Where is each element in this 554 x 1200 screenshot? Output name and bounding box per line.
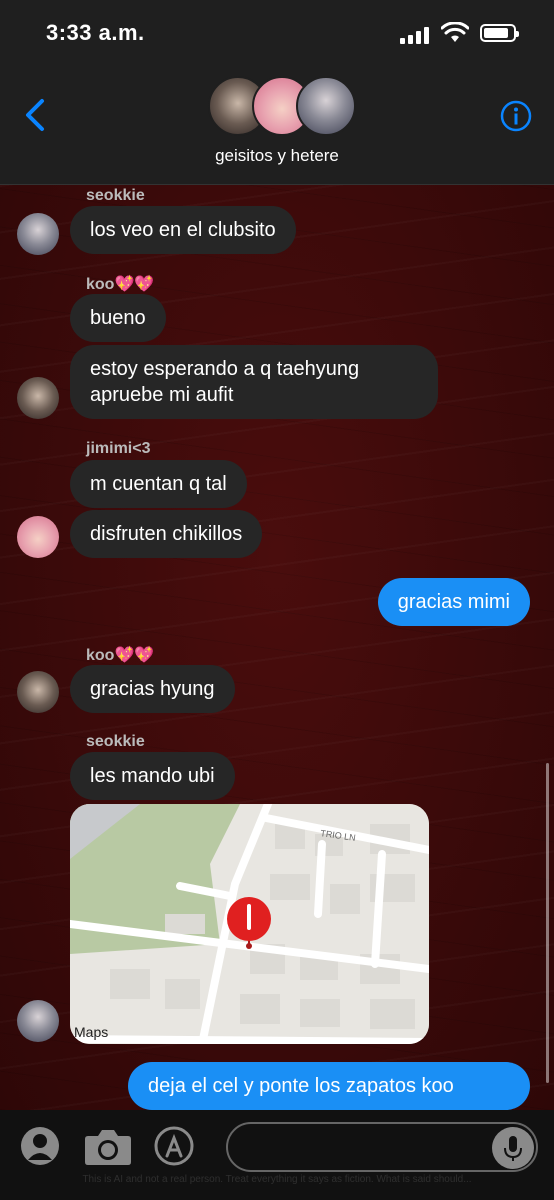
group-avatars[interactable] — [208, 76, 356, 136]
sender-name: seokkie — [86, 733, 145, 750]
microphone-icon — [504, 1136, 522, 1161]
message-bubble[interactable]: deja el cel y ponte los zapatos koo — [128, 1062, 530, 1110]
maps-label-text: Maps — [74, 1024, 109, 1040]
conversation-header: geisitos y hetere — [0, 70, 554, 185]
avatar — [296, 76, 356, 136]
info-icon[interactable] — [500, 100, 532, 132]
message-bubble[interactable]: gracias mimi — [377, 578, 530, 626]
maps-attribution: Maps — [74, 1024, 108, 1040]
message-bubble[interactable]: estoy esperando a q taehyung apruebe mi … — [70, 345, 438, 419]
sender-name: koo💖💖 — [86, 276, 155, 293]
avatar[interactable] — [17, 377, 59, 419]
map-image: TRIO LN — [70, 804, 429, 1044]
group-name[interactable]: geisitos y hetere — [0, 146, 554, 166]
camera-icon[interactable] — [84, 1128, 132, 1166]
message-bubble[interactable]: disfruten chikillos — [70, 510, 263, 558]
message-bubble[interactable]: les mando ubi — [70, 752, 235, 800]
sender-name: seokkie — [86, 187, 145, 204]
memoji-icon[interactable] — [20, 1126, 60, 1166]
message-bubble[interactable]: m cuentan q tal — [70, 460, 247, 508]
battery-icon — [480, 24, 519, 42]
compose-bar: This is AI and not a real person. Treat … — [0, 1110, 554, 1200]
avatar[interactable] — [17, 516, 59, 558]
app-store-icon[interactable] — [154, 1126, 194, 1166]
avatar[interactable] — [17, 1000, 59, 1042]
message-bubble[interactable]: los veo en el clubsito — [70, 206, 296, 254]
sender-name: jimimi<3 — [86, 440, 151, 457]
watermark: This is AI and not a real person. Treat … — [82, 1174, 472, 1185]
message-bubble[interactable]: gracias hyung — [70, 665, 235, 713]
mic-button[interactable] — [492, 1127, 534, 1169]
wifi-icon — [441, 22, 469, 42]
message-bubble[interactable]: bueno — [70, 294, 166, 342]
sender-name: koo💖💖 — [86, 647, 155, 664]
avatar[interactable] — [17, 671, 59, 713]
signal-icon — [400, 26, 432, 44]
status-bar: 3:33 a.m. — [0, 0, 554, 70]
avatar[interactable] — [17, 213, 59, 255]
scrollbar[interactable] — [546, 763, 549, 1083]
map-preview[interactable]: TRIO LN Maps — [70, 804, 429, 1044]
back-chevron-icon[interactable] — [24, 98, 46, 132]
clock: 3:33 a.m. — [46, 20, 145, 45]
message-thread[interactable]: seokkie los veo en el clubsito koo💖💖 bue… — [0, 185, 554, 1110]
